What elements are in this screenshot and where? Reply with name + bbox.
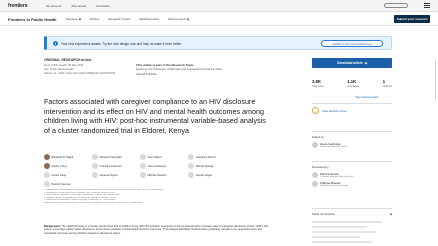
reviewer-affiliation: Makerere University, Uganda [320,185,349,187]
research-topic-box: This article is part of the Research Top… [136,63,256,76]
altmetric-donut-icon [312,107,319,114]
chevron-down-icon [78,17,81,20]
publication-date: Front. Public Health, 05 May 2022 [44,64,84,67]
nav-articles[interactable]: Articles [90,17,100,21]
avatar [312,181,318,187]
author-chip[interactable]: Josephine Aluoch [188,154,232,160]
edited-by-section: Edited by Grace Gachanja University of N… [312,131,392,148]
affiliations: 1 Department of Health System Design and… [44,189,269,205]
reviewer-affiliation: Cayetano Heredia University, Peru [320,176,354,178]
avatar [92,172,98,178]
journal-section[interactable]: Sec. Public Mental Health [44,68,126,71]
toc-placeholder-line [312,226,367,228]
avatar [92,163,98,169]
avatar [140,154,146,160]
search-field[interactable] [384,3,408,8]
journal-name[interactable]: Frontiers in Public Health [8,17,56,22]
edited-by-heading: Edited by [312,135,325,139]
author-chip[interactable]: Rachel Vreeman [44,181,88,187]
avatar [312,142,318,148]
frontiers-logo[interactable]: frontiers [8,3,27,9]
author-chip[interactable]: Ashley Chory [44,163,88,169]
journal-nav: Sections Articles Research Topics Editor… [66,17,189,21]
avatar [44,163,50,169]
reviewed-by-heading: Reviewed by [312,165,329,169]
chevron-down-icon [186,17,189,20]
switch-experience-button[interactable]: Switch to the new experience [321,40,383,47]
my-account-link[interactable]: My account [46,4,61,8]
banner-message: Your new experience awaits. Try the new … [61,42,182,46]
affiliation-line: 6 Arnhold Institute for Global Health, I… [44,201,143,204]
view-article-impact-link[interactable]: View article impact [355,95,378,99]
abstract-text: The HADITHI study is a cluster-randomize… [44,225,269,235]
metric-total-views: 3.8K Total views [312,79,324,88]
altmetric-link[interactable]: View altmetric score [322,109,347,113]
avatar [188,154,194,160]
toc-heading: Table of contents [312,212,335,216]
info-icon: i [53,41,58,46]
reviewer[interactable]: Philippa Musoke Makerere University, Uga… [312,181,392,187]
doi-link[interactable]: Volume 10 - 2022 | https://doi.org/10.33… [44,72,126,75]
metric-downloads: 1.1K Downloads [347,79,360,88]
metric-citations: 1 Citations [382,79,392,88]
view-all-articles-link[interactable]: View all 6 articles [136,73,256,76]
toc-placeholder-line [312,241,372,243]
toc-placeholder-line [312,221,382,223]
global-nav: My account All journals All articles [46,4,110,8]
author-chip[interactable]: Aaron Baum [140,154,184,160]
author-chip[interactable]: Celestine Ashimosi [92,163,136,169]
avatar [140,163,146,169]
all-journals-link[interactable]: All journals [71,4,86,8]
research-topic-link[interactable]: Exploring HIV Disclosure: Challenges and… [136,68,256,71]
toc-placeholder-line [312,231,376,233]
toc-placeholder [312,221,392,243]
author-chip[interactable]: Winstone Nyandiko [92,154,136,160]
altmetric-box: View altmetric score [312,103,392,115]
download-article-button[interactable]: Download article [312,58,392,68]
toc-placeholder-line [312,236,360,238]
editor-affiliation: University of Nairobi, Kenya [320,146,347,148]
nav-research-topics[interactable]: Research Topics [108,17,130,21]
research-topic-label: This article is part of the Research Top… [136,63,194,67]
author-chip[interactable]: Tabitha Njoroge [188,163,232,169]
article-title: Factors associated with caregiver compli… [44,97,266,135]
chevron-down-icon [364,61,368,64]
all-articles-link[interactable]: All articles [96,4,110,8]
reviewed-by-section: Reviewed by Patricia Garcia Cayetano Her… [312,161,392,187]
avatar [140,172,146,178]
author-chip[interactable]: Vanessa Ngeno [92,172,136,178]
nav-editorial-board[interactable]: Editorial board [139,17,158,21]
author-chip[interactable]: Jason Lidwanya [140,163,184,169]
page-scrollbar[interactable] [434,60,436,100]
reviewer[interactable]: Patricia Garcia Cayetano Heredia Univers… [312,172,392,178]
article-metrics: 3.8K Total views 1.1K Downloads 1 Citati… [312,79,392,88]
new-experience-banner: i Your new experience awaits. Try the ne… [44,36,392,50]
avatar [188,163,194,169]
editor[interactable]: Grace Gachanja University of Nairobi, Ke… [312,142,392,148]
avatar [312,172,318,178]
author-chip[interactable]: Joseph Hogan [188,172,232,178]
author-chip[interactable]: Michael Scanlon [140,172,184,178]
author-chip[interactable]: Festus Sang [44,172,88,178]
avatar [44,154,50,160]
abstract: Background: The HADITHI study is a clust… [44,225,270,235]
avatar [188,172,194,178]
hamburger-menu-icon[interactable] [424,3,430,8]
author-list: Elizabeth R. Magill Winstone Nyandiko Aa… [44,154,272,187]
avatar [44,172,50,178]
nav-sections[interactable]: Sections [66,17,81,21]
table-of-contents[interactable]: Table of contents [312,208,393,246]
author-chip[interactable]: Elizabeth R. Magill [44,154,88,160]
journal-header: Frontiers in Public Health Sections Arti… [0,12,438,26]
nav-about-journal[interactable]: About journal [168,17,189,21]
article-type: ORIGINAL RESEARCH article [44,58,92,62]
global-header: frontiers My account All journals All ar… [0,0,438,12]
avatar [44,181,50,187]
article-meta: ORIGINAL RESEARCH article Front. Public … [44,58,126,76]
avatar [92,154,98,160]
chevron-down-icon[interactable] [389,212,393,215]
submit-research-button[interactable]: Submit your research [394,15,430,23]
